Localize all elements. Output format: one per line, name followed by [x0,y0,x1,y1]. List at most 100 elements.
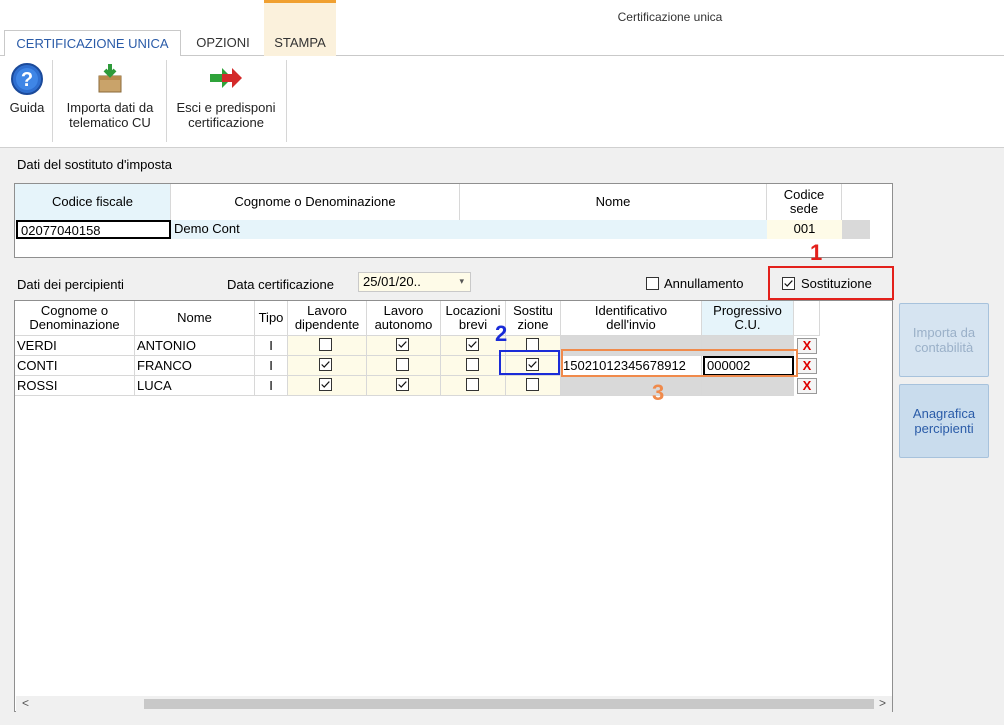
lavoro-autonomo-checkbox[interactable] [396,338,409,351]
esci-label-2: certificazione [188,115,264,130]
col-header-progressivo: Progressivo C.U. [702,301,794,336]
lavoro-autonomo-checkbox[interactable] [396,358,409,371]
cognome-field[interactable]: Demo Cont [171,220,460,239]
cell-lavoro-dipendente [288,376,367,396]
cell-tipo[interactable]: I [255,376,288,396]
cell-lavoro-autonomo [367,356,441,376]
codice-sede-field[interactable]: 001 [767,220,842,239]
col-header-sostituzione: Sostitu zione [506,301,561,336]
scroll-right-icon[interactable]: > [879,696,886,710]
delete-row-button[interactable]: X [797,358,817,374]
anagrafica-label-2: percipienti [914,421,974,436]
cell-lavoro-autonomo [367,376,441,396]
cell-nome[interactable]: ANTONIO [135,336,255,356]
cell-nome[interactable]: LUCA [135,376,255,396]
header-nome: Nome [460,184,767,220]
cell-tipo[interactable]: I [255,356,288,376]
scrollbar-thumb[interactable] [144,699,874,709]
sostituzione-checkbox[interactable] [782,277,795,290]
horizontal-scrollbar[interactable]: < > [16,696,892,712]
header-codice-sede: Codice sede [767,184,842,220]
guida-label: Guida [9,100,45,115]
col-header-prog-1: Progressivo [713,303,782,318]
importa-telematico-button[interactable]: Importa dati da telematico CU [58,62,162,130]
col-header-ident-2: dell'invio [606,317,656,332]
scroll-left-icon[interactable]: < [22,696,29,710]
chevron-down-icon[interactable]: ▾ [459,276,464,287]
locazioni-brevi-checkbox[interactable] [466,338,479,351]
nome-field[interactable] [460,220,767,239]
tab-opzioni[interactable]: OPZIONI [186,30,260,56]
col-header-loc-1: Locazioni [445,303,501,318]
col-header-nome: Nome [135,301,255,336]
col-header-prog-2: C.U. [734,317,761,332]
col-header-cognome-2: Denominazione [29,317,120,332]
sostituzione-label: Sostituzione [801,276,872,291]
col-header-delete [794,301,820,336]
tab-stampa[interactable]: STAMPA [264,30,336,56]
importa-contabilita-label-1: Importa da [912,325,976,340]
col-header-cognome: Cognome o Denominazione [15,301,135,336]
anagrafica-label-1: Anagrafica [912,406,976,421]
svg-text:?: ? [21,69,33,91]
data-certificazione-value: 25/01/20.. [363,274,421,289]
cell-cognome[interactable]: CONTI [15,356,135,376]
col-header-loc-2: brevi [458,317,488,332]
importa-label-2: telematico CU [69,115,151,130]
header-cognome: Cognome o Denominazione [171,184,460,220]
delete-row-button[interactable]: X [797,338,817,354]
col-header-lavoro-dipendente: Lavoro dipendente [288,301,367,336]
col-header-tipo: Tipo [255,301,288,336]
cell-lavoro-dipendente [288,356,367,376]
lavoro-dipendente-checkbox[interactable] [319,338,332,351]
col-header-ident-1: Identificativo [594,303,668,318]
header-codice-sede-1: Codice [783,187,825,202]
anagrafica-percipienti-button[interactable]: Anagrafica percipienti [899,384,989,458]
col-header-lav-aut-2: autonomo [374,317,433,332]
locazioni-brevi-checkbox[interactable] [466,358,479,371]
importa-label-1: Importa dati da [66,100,154,115]
annullamento-checkbox[interactable] [646,277,659,290]
cell-nome[interactable]: FRANCO [135,356,255,376]
importa-contabilita-button[interactable]: Importa da contabilità [899,303,989,377]
tab-certificazione-unica[interactable]: CERTIFICAZIONE UNICA [4,30,181,57]
annotation-box-2 [499,350,560,375]
annotation-box-3 [561,349,798,377]
locazioni-brevi-checkbox[interactable] [466,378,479,391]
sostituzione-row-checkbox[interactable] [526,378,539,391]
col-header-lav-dip-2: dipendente [294,317,360,332]
ribbon-toolbar: ? Guida Importa dati da telematico CU Es… [0,56,1004,148]
col-header-sost-1: Sostitu [513,303,553,318]
header-codice-sede-2: sede [789,201,819,216]
cell-tipo[interactable]: I [255,336,288,356]
guida-button[interactable]: ? Guida [6,62,48,115]
cell-progressivo [702,376,794,396]
esci-label-1: Esci e predisponi [176,100,276,115]
esci-predisponi-button[interactable]: Esci e predisponi certificazione [170,62,282,130]
import-box-icon [98,64,122,93]
lavoro-autonomo-checkbox[interactable] [396,378,409,391]
cell-locazioni-brevi [441,376,506,396]
arrow-exit-icon [210,68,242,88]
window-title: Certificazione unica [617,10,723,24]
data-certificazione-field[interactable]: 25/01/20.. ▾ [358,272,471,292]
ribbon-tabs: CERTIFICAZIONE UNICA OPZIONI STAMPA [0,0,1004,57]
sostituto-table: Codice fiscale Cognome o Denominazione N… [14,183,893,258]
col-header-identificativo: Identificativo dell'invio [561,301,702,336]
cell-cognome[interactable]: ROSSI [15,376,135,396]
lavoro-dipendente-checkbox[interactable] [319,378,332,391]
lavoro-dipendente-checkbox[interactable] [319,358,332,371]
help-icon: ? [11,63,43,95]
percipienti-section-label: Dati dei percipienti [17,277,124,292]
cell-cognome[interactable]: VERDI [15,336,135,356]
annotation-number-1: 1 [810,240,823,265]
codice-fiscale-field[interactable]: 02077040158 [16,220,171,239]
cell-sostituzione [506,376,561,396]
annotation-number-3: 3 [652,380,665,405]
delete-row-button[interactable]: X [797,378,817,394]
ribbon-separator [52,60,53,142]
col-header-lav-dip-1: Lavoro [307,303,347,318]
col-header-sost-2: zione [517,317,549,332]
sostituto-section-label: Dati del sostituto d'imposta [17,157,172,172]
sostituto-row-end [842,220,870,239]
